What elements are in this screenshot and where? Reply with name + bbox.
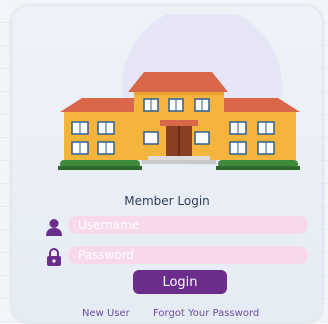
username-field[interactable] bbox=[68, 216, 308, 234]
new-user-link[interactable]: New User bbox=[82, 308, 130, 319]
page-title: Member Login bbox=[124, 194, 210, 208]
login-card: Member Login Login New User Forgot Your … bbox=[12, 6, 322, 322]
school-building-icon bbox=[58, 14, 300, 170]
password-field[interactable] bbox=[68, 246, 308, 264]
lock-icon bbox=[47, 248, 61, 266]
forgot-password-link[interactable]: Forgot Your Password bbox=[153, 308, 259, 319]
user-icon bbox=[46, 219, 62, 236]
login-button[interactable]: Login bbox=[133, 270, 227, 294]
